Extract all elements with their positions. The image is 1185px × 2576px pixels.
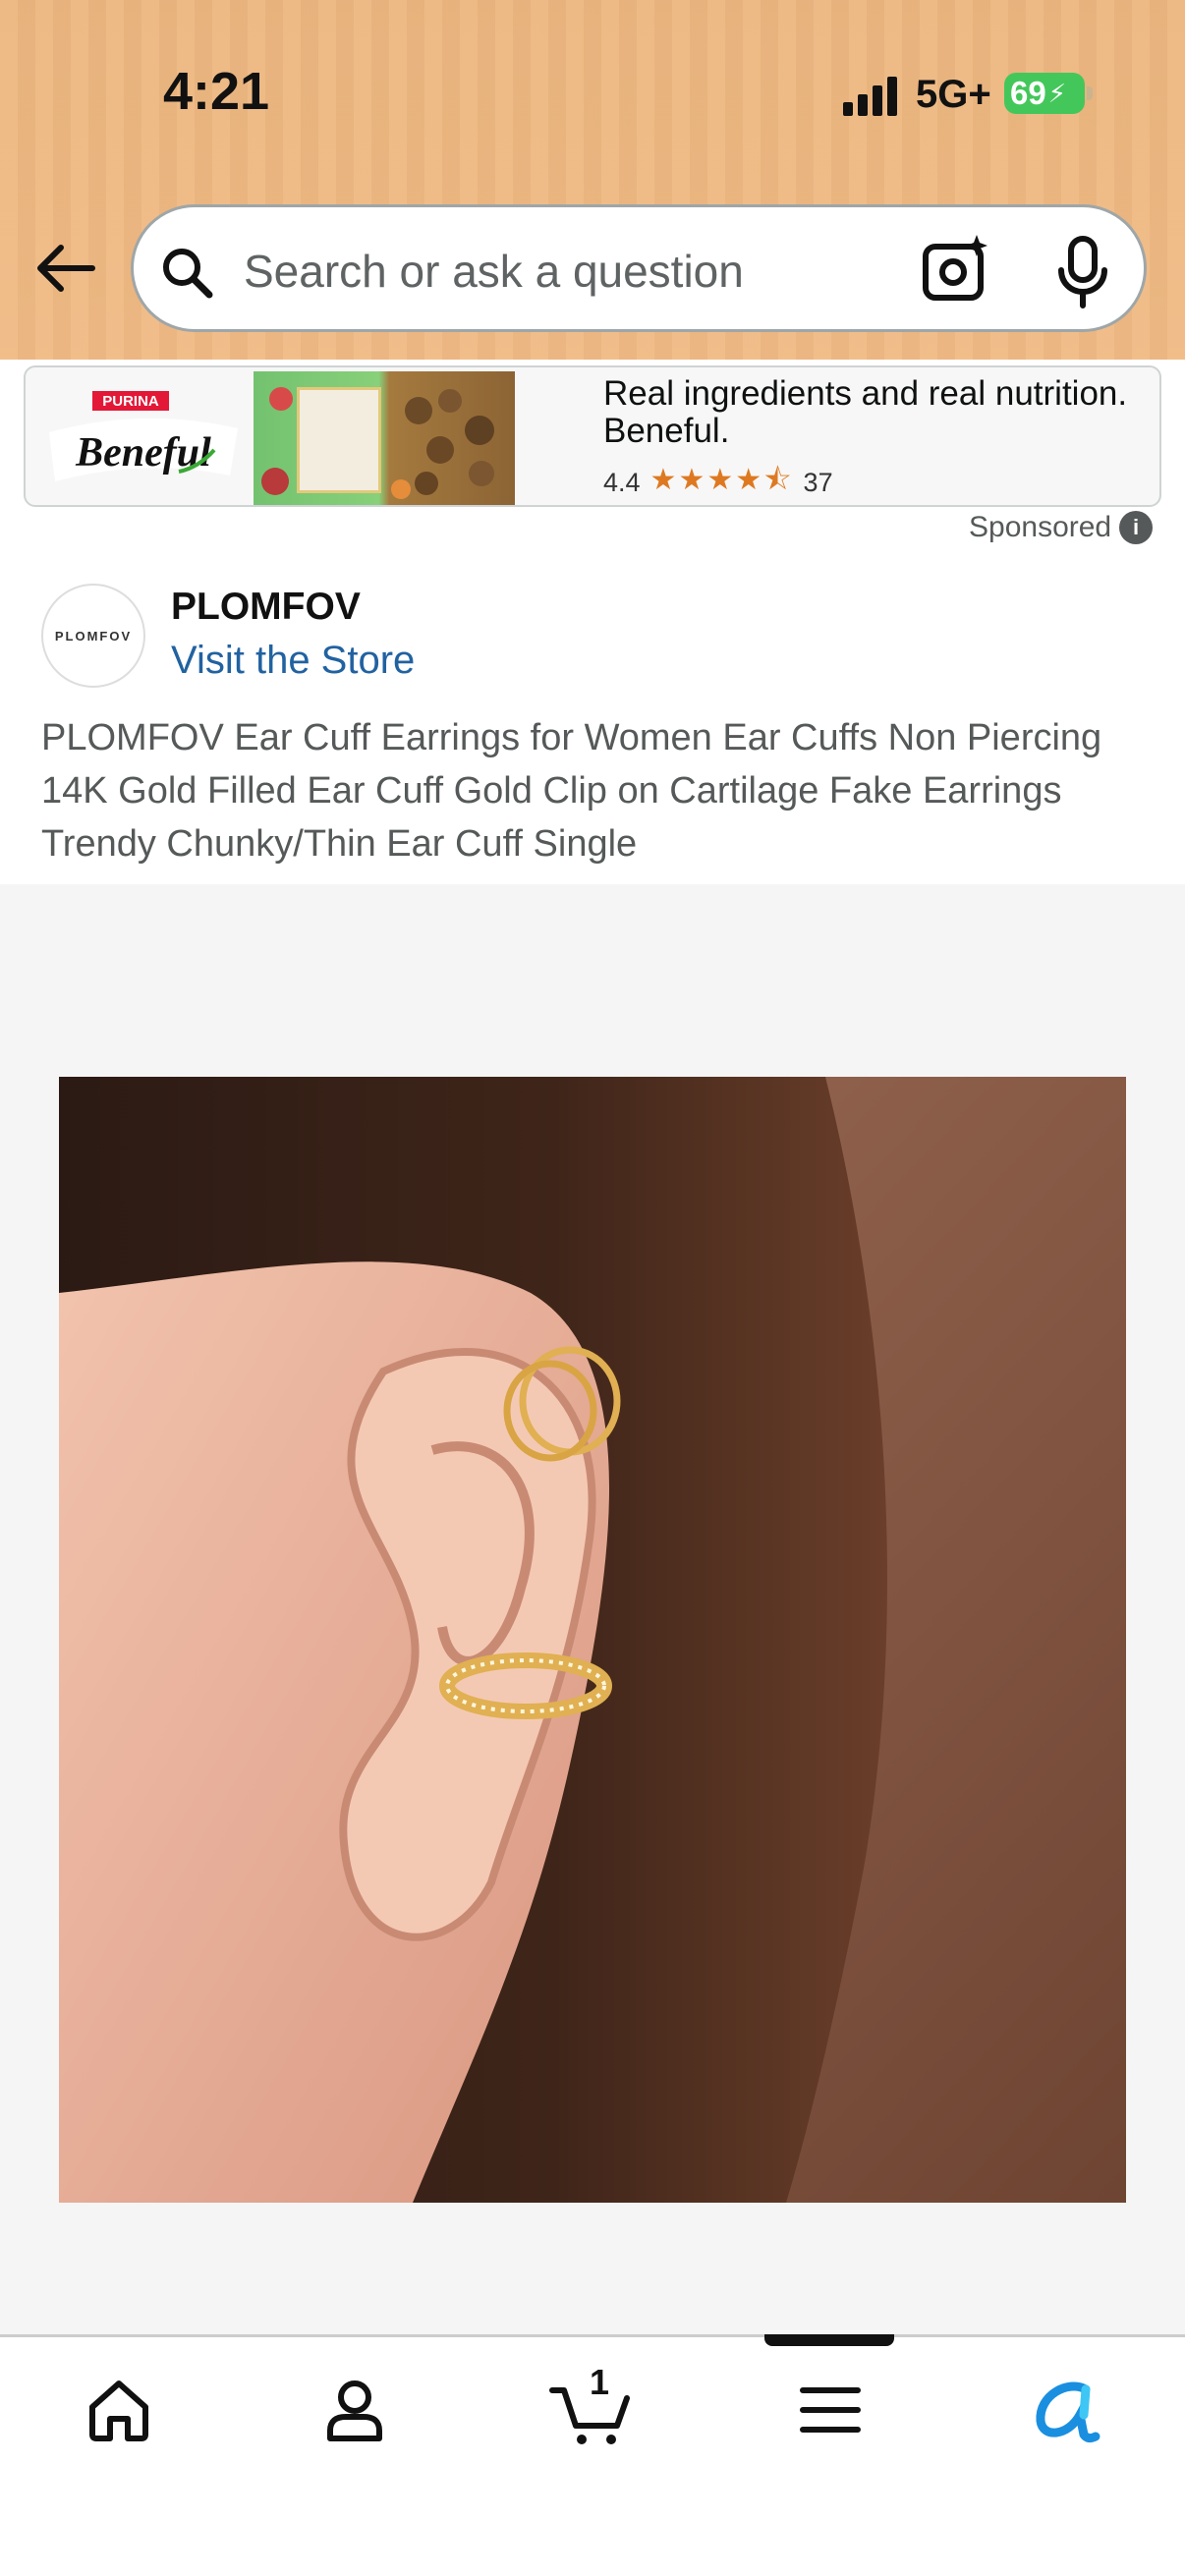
star-rating-icon: ★★★★⯪ — [649, 464, 794, 496]
rufus-assistant-icon — [1036, 2381, 1100, 2443]
info-icon[interactable]: i — [1119, 511, 1154, 544]
beneful-logo: PURINA Beneful — [49, 391, 238, 481]
back-arrow-icon — [37, 245, 95, 292]
sponsored-text: Sponsored — [969, 511, 1112, 543]
tab-account[interactable] — [310, 2368, 399, 2452]
product-title: PLOMFOV Ear Cuff Earrings for Women Ear … — [41, 717, 1102, 865]
search-icon — [163, 249, 213, 299]
ad-product-image — [254, 371, 515, 505]
cart-count: 1 — [590, 2362, 610, 2402]
tab-home[interactable] — [75, 2368, 163, 2452]
signal-icon — [843, 77, 897, 116]
microphone-icon[interactable] — [1053, 235, 1112, 309]
home-icon — [89, 2380, 148, 2441]
tab-rufus[interactable] — [1022, 2368, 1110, 2452]
ad-rating: 4.4 ★★★★⯪ 37 — [603, 458, 833, 505]
visit-store-link[interactable]: Visit the Store — [171, 639, 415, 683]
search-bar[interactable]: Search or ask a question — [131, 204, 1147, 332]
svg-text:PURINA: PURINA — [102, 393, 159, 410]
store-logo[interactable]: PLOMFOV — [41, 584, 145, 688]
tab-cart[interactable]: 1 — [546, 2362, 635, 2452]
active-tab-indicator — [764, 2334, 894, 2346]
ad-headline: Real ingredients and real nutrition. Ben… — [603, 374, 1128, 450]
product-image[interactable] — [59, 1077, 1126, 2203]
product-image-gallery[interactable] — [0, 884, 1185, 2334]
sponsored-label[interactable]: Sponsored i — [969, 511, 1154, 544]
person-icon — [327, 2380, 382, 2441]
tab-menu[interactable] — [786, 2368, 875, 2452]
back-button[interactable] — [33, 234, 98, 303]
menu-icon — [800, 2387, 861, 2433]
brand-name: PLOMFOV — [171, 586, 361, 628]
battery-level: 69 — [1010, 75, 1046, 111]
battery-icon: 69 ⚡ — [1004, 73, 1093, 114]
search-input[interactable]: Search or ask a question — [244, 245, 744, 298]
camera-search-icon[interactable] — [920, 233, 994, 308]
network-type: 5G+ — [916, 73, 991, 116]
sponsored-ad-banner[interactable]: PURINA Beneful Real ingredients and real… — [24, 365, 1161, 507]
ad-rating-value: 4.4 — [603, 468, 641, 497]
status-time: 4:21 — [163, 62, 270, 121]
ad-review-count: 37 — [803, 468, 833, 497]
